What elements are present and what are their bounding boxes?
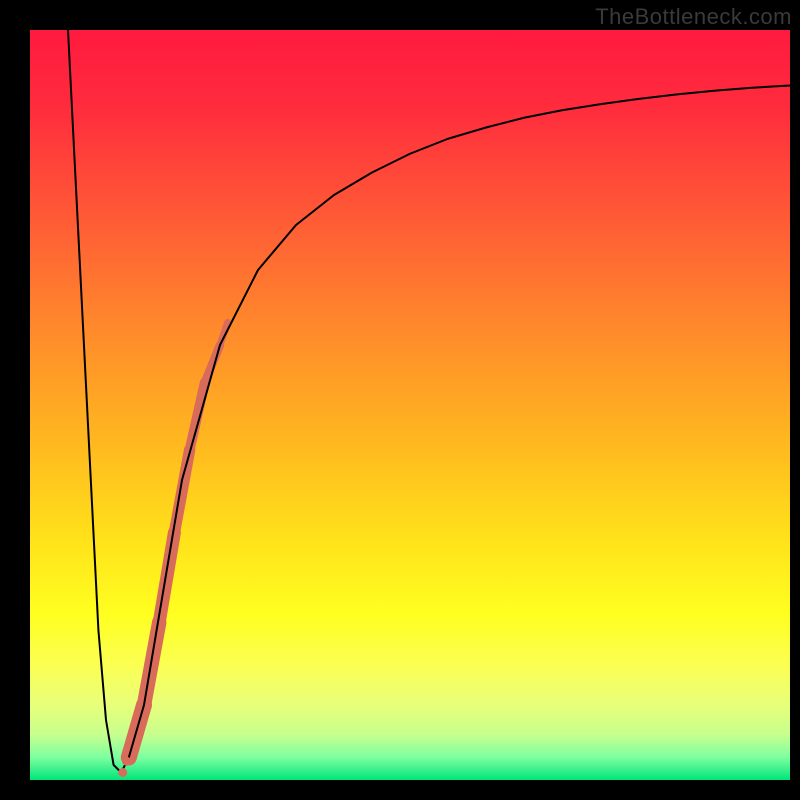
curve-layer: [30, 30, 790, 780]
bottleneck-curve: [68, 30, 790, 773]
plot-area: [30, 30, 790, 780]
highlight-segment: [129, 323, 228, 758]
chart-stage: TheBottleneck.com: [0, 0, 800, 800]
watermark-text: TheBottleneck.com: [595, 4, 792, 30]
